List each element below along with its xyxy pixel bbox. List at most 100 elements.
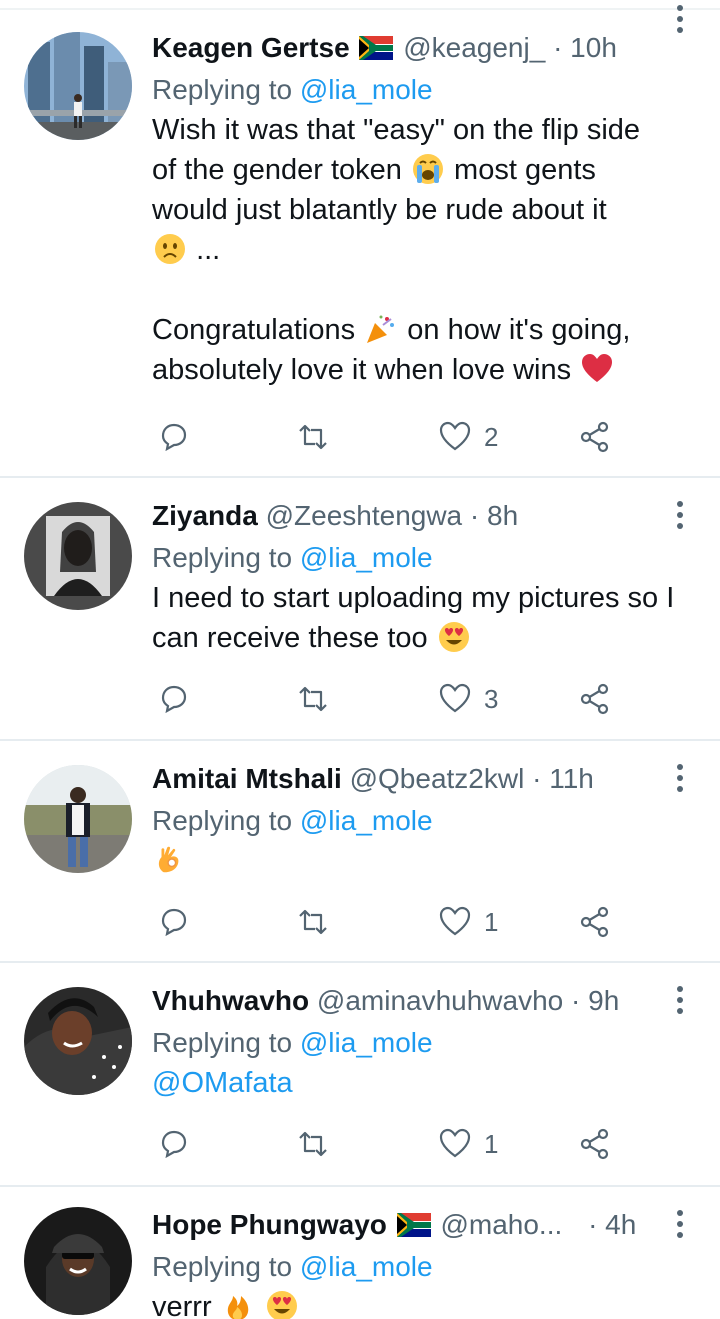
like-button[interactable]: 1 <box>438 902 498 942</box>
tweet-amitai[interactable]: Amitai Mtshali @Qbeatz2kwl · 11h Replyin… <box>0 741 720 963</box>
display-name[interactable]: Vhuhwavho <box>152 985 309 1016</box>
avatar-photo <box>24 32 132 140</box>
replying-prefix: Replying to <box>152 74 300 105</box>
more-options-icon[interactable] <box>676 1209 684 1239</box>
like-count: 2 <box>484 421 499 452</box>
retweet-icon <box>299 1131 327 1157</box>
like-button[interactable]: 1 <box>438 1124 498 1164</box>
reply-button[interactable] <box>156 902 190 942</box>
user-handle[interactable]: @keagenj_ <box>403 32 545 63</box>
retweet-button[interactable] <box>296 1124 330 1164</box>
user-handle[interactable]: @maho... <box>440 1209 562 1240</box>
like-button[interactable]: 2 <box>438 417 498 457</box>
display-name[interactable]: Hope Phungwayo <box>152 1209 387 1240</box>
text-span: Congratulations <box>152 314 356 346</box>
like-count: 1 <box>484 1128 499 1159</box>
tweet-text: verrr <box>152 1287 712 1319</box>
replying-mention[interactable]: @lia_mole <box>300 805 433 836</box>
text-line: of the gender token most gents <box>152 150 712 190</box>
timestamp[interactable]: 11h <box>549 763 594 794</box>
tweet-header: Ziyanda @Zeeshtengwa · 8h <box>152 498 712 534</box>
avatar[interactable] <box>24 765 132 873</box>
more-options-icon[interactable] <box>676 985 684 1015</box>
tweet-header: Vhuhwavho @aminavhuhwavho · 9h <box>152 983 712 1019</box>
tweet-text: I need to start uploading my pictures so… <box>152 578 712 658</box>
separator-dot: · <box>553 32 563 63</box>
share-button[interactable] <box>578 679 612 719</box>
red-heart-icon <box>582 354 613 382</box>
replying-to: Replying to @lia_mole <box>152 1247 712 1287</box>
retweet-button[interactable] <box>296 679 330 719</box>
text-line: Congratulations on how it's going, <box>152 310 712 350</box>
timestamp[interactable]: 8h <box>487 500 518 531</box>
reply-button[interactable] <box>156 679 190 719</box>
like-button[interactable]: 3 <box>438 679 498 719</box>
retweet-icon <box>299 909 327 935</box>
avatar[interactable] <box>24 502 132 610</box>
replying-mention[interactable]: @lia_mole <box>300 1027 433 1058</box>
display-name[interactable]: Keagen Gertse <box>152 32 350 63</box>
fire-icon <box>227 1296 248 1319</box>
more-options-icon[interactable] <box>676 500 684 530</box>
text-span: absolutely love it when love wins <box>152 354 572 386</box>
share-button[interactable] <box>578 1124 612 1164</box>
loudly-crying-face-icon <box>412 154 443 184</box>
retweet-button[interactable] <box>296 417 330 457</box>
avatar-photo <box>24 765 132 873</box>
tweet-actions: 3 <box>152 679 632 719</box>
replying-mention[interactable]: @lia_mole <box>300 74 433 105</box>
share-icon <box>580 906 609 938</box>
tweet-actions: 2 <box>152 417 632 457</box>
share-button[interactable] <box>578 417 612 457</box>
avatar-photo <box>24 987 132 1095</box>
heart-icon <box>439 421 471 451</box>
avatar[interactable] <box>24 32 132 140</box>
retweet-button[interactable] <box>296 902 330 942</box>
ok-hand-icon <box>158 846 179 873</box>
more-options-icon[interactable] <box>676 4 684 34</box>
share-icon <box>580 421 609 453</box>
tweet-header: Amitai Mtshali @Qbeatz2kwl · 11h <box>152 761 712 797</box>
like-count: 3 <box>484 683 499 714</box>
tweet-vhuhwavho[interactable]: Vhuhwavho @aminavhuhwavho · 9h Replying … <box>0 963 720 1187</box>
reply-button[interactable] <box>156 1124 190 1164</box>
share-button[interactable] <box>578 902 612 942</box>
party-popper-icon <box>367 315 395 343</box>
retweet-icon <box>299 686 327 712</box>
tweet-keagen[interactable]: Keagen Gertse @keagenj_ · 10h Replying t… <box>0 0 720 478</box>
display-name[interactable]: Amitai Mtshali <box>152 763 342 794</box>
replying-prefix: Replying to <box>152 1027 300 1058</box>
share-icon <box>580 1128 609 1160</box>
avatar[interactable] <box>24 1207 132 1315</box>
avatar[interactable] <box>24 987 132 1095</box>
tweet-hope[interactable]: Hope Phungwayo @maho... · 4h Replying to… <box>0 1187 720 1319</box>
replying-mention[interactable]: @lia_mole <box>300 1251 433 1282</box>
heart-icon <box>439 1128 471 1158</box>
tweet-actions: 1 <box>152 1124 632 1164</box>
replying-to: Replying to @lia_mole <box>152 538 712 578</box>
tweet-header: Hope Phungwayo @maho... · 4h <box>152 1207 712 1243</box>
user-handle[interactable]: @Qbeatz2kwl <box>350 763 525 794</box>
tweet-header: Keagen Gertse @keagenj_ · 10h <box>152 30 712 66</box>
text-span: most gents <box>454 154 596 186</box>
tweet-text: Wish it was that "easy" on the flip side… <box>152 110 712 390</box>
replying-mention[interactable]: @lia_mole <box>300 542 433 573</box>
replying-prefix: Replying to <box>152 542 300 573</box>
heart-eyes-face-icon <box>438 622 469 652</box>
display-name[interactable]: Ziyanda <box>152 500 258 531</box>
timestamp[interactable]: 10h <box>570 32 617 63</box>
tweet-ziyanda[interactable]: Ziyanda @Zeeshtengwa · 8h Replying to @l… <box>0 478 720 741</box>
body-mention-link[interactable]: @OMafata <box>152 1067 293 1099</box>
timestamp[interactable]: 9h <box>588 985 619 1016</box>
text-span: ... <box>196 234 221 266</box>
reply-button[interactable] <box>156 417 190 457</box>
timestamp[interactable]: 4h <box>605 1209 636 1240</box>
separator-dot: · <box>469 500 480 531</box>
user-handle[interactable]: @Zeeshtengwa <box>266 500 463 531</box>
user-handle[interactable]: @aminavhuhwavho <box>317 985 563 1016</box>
text-span: can receive these too <box>152 622 428 654</box>
tweet-actions: 1 <box>152 902 632 942</box>
reply-icon <box>161 685 187 714</box>
avatar-photo <box>24 1207 132 1315</box>
more-options-icon[interactable] <box>676 763 684 793</box>
